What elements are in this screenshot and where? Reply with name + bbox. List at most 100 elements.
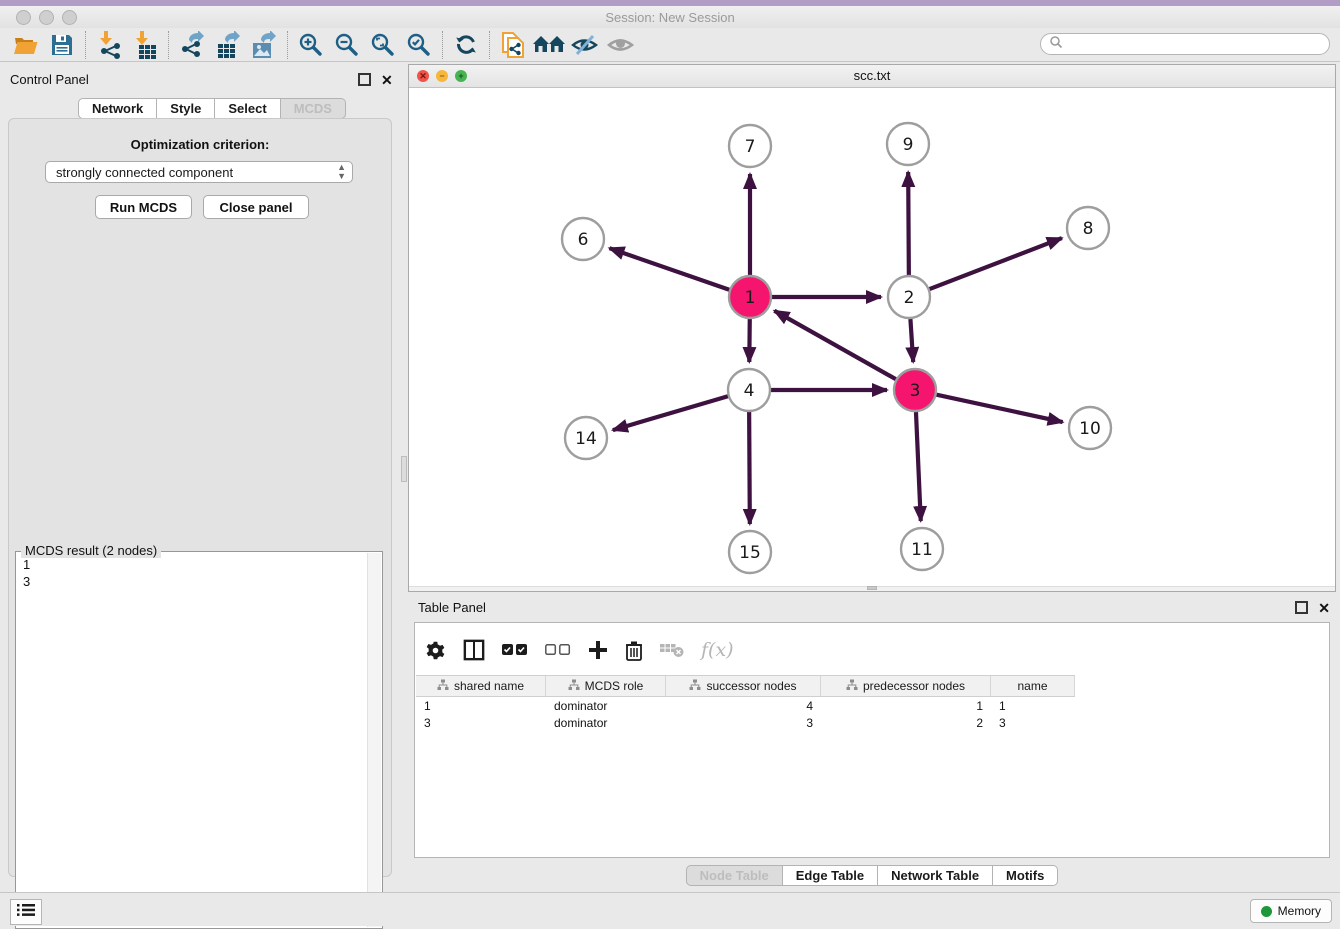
control-panel-title: Control Panel (10, 72, 89, 87)
graph-node-4[interactable]: 4 (728, 369, 770, 411)
graph-edge-2-8[interactable] (930, 238, 1062, 289)
table-tab-motifs[interactable]: Motifs (993, 865, 1058, 886)
network-hscroll-thumb[interactable] (867, 586, 877, 590)
table-tab-network-table[interactable]: Network Table (878, 865, 993, 886)
table-cell[interactable]: 3 (991, 716, 1075, 730)
close-panel-button[interactable]: Close panel (203, 195, 309, 219)
node-label: 15 (739, 543, 761, 563)
maximize-window-button[interactable] (62, 10, 77, 25)
table-body: 1dominator4113dominator323 (416, 697, 1328, 731)
column-header-shared-name[interactable]: shared name (416, 676, 546, 696)
network-hscrollbar[interactable] (409, 586, 1335, 591)
minimize-window-button[interactable] (39, 10, 54, 25)
mcds-result-lines[interactable]: 13 (19, 556, 366, 590)
column-label: MCDS role (585, 679, 644, 693)
tab-select[interactable]: Select (215, 98, 280, 119)
criterion-select[interactable]: strongly connected component ▲▼ (45, 161, 353, 183)
export-image-button[interactable] (246, 30, 282, 60)
zoom-in-button[interactable] (293, 30, 329, 60)
tab-mcds[interactable]: MCDS (281, 98, 346, 119)
delete-table-button[interactable] (660, 642, 684, 658)
zoom-out-button[interactable] (329, 30, 365, 60)
refresh-button[interactable] (448, 30, 484, 60)
hide-selected-button[interactable] (567, 30, 603, 60)
search-input[interactable] (1064, 34, 1329, 54)
export-network-button[interactable] (174, 30, 210, 60)
table-row[interactable]: 1dominator411 (416, 697, 1328, 714)
graph-edge-3-11[interactable] (916, 412, 921, 521)
close-window-button[interactable] (16, 10, 31, 25)
table-row[interactable]: 3dominator323 (416, 714, 1328, 731)
deselect-all-button[interactable] (545, 643, 571, 657)
table-tab-edge-table[interactable]: Edge Table (783, 865, 878, 886)
graph-node-9[interactable]: 9 (887, 123, 929, 165)
graph-edge-3-10[interactable] (936, 395, 1062, 422)
column-label: predecessor nodes (863, 679, 965, 693)
task-history-button[interactable] (10, 899, 42, 925)
save-session-button[interactable] (44, 30, 80, 60)
delete-column-button[interactable] (625, 640, 643, 661)
table-cell[interactable]: 1 (821, 699, 991, 713)
table-cell[interactable]: 2 (821, 716, 991, 730)
import-network-button[interactable] (91, 30, 127, 60)
zoom-selected-button[interactable] (401, 30, 437, 60)
column-header-mcds-role[interactable]: MCDS role (546, 676, 666, 696)
graph-edge-4-15[interactable] (749, 412, 750, 524)
splitter-grip[interactable] (401, 456, 407, 482)
memory-button[interactable]: Memory (1250, 899, 1332, 923)
select-all-button[interactable] (502, 643, 528, 657)
network-canvas[interactable]: 7 9 6 8 1 2 4 3 14 10 15 11 (409, 88, 1335, 586)
open-session-button[interactable] (8, 30, 44, 60)
memory-status-icon (1261, 906, 1272, 917)
tab-style[interactable]: Style (157, 98, 215, 119)
graph-edge-3-1[interactable] (774, 311, 895, 379)
show-all-button[interactable] (603, 30, 639, 60)
network-window-titlebar[interactable]: ✕ − + scc.txt (409, 65, 1335, 88)
show-columns-button[interactable] (463, 639, 485, 661)
run-mcds-button[interactable]: Run MCDS (95, 195, 192, 219)
import-table-button[interactable] (127, 30, 163, 60)
table-tab-node-table[interactable]: Node Table (686, 865, 783, 886)
table-cell[interactable]: dominator (546, 716, 666, 730)
close-panel-icon[interactable]: ✕ (381, 74, 393, 86)
graph-node-6[interactable]: 6 (562, 218, 604, 260)
graph-node-7[interactable]: 7 (729, 125, 771, 167)
duplicate-network-button[interactable] (495, 30, 531, 60)
table-cell[interactable]: 3 (666, 716, 821, 730)
export-table-button[interactable] (210, 30, 246, 60)
add-column-button[interactable] (588, 640, 608, 660)
graph-edge-2-3[interactable] (910, 319, 913, 362)
graph-node-3[interactable]: 3 (894, 369, 936, 411)
graph-node-15[interactable]: 15 (729, 531, 771, 573)
close-table-panel-icon[interactable]: ✕ (1318, 602, 1330, 614)
node-label: 11 (911, 540, 933, 560)
graph-node-8[interactable]: 8 (1067, 207, 1109, 249)
tab-network[interactable]: Network (78, 98, 157, 119)
table-settings-button[interactable] (425, 640, 446, 661)
float-table-panel-icon[interactable] (1295, 601, 1308, 614)
graph-edge-1-6[interactable] (609, 248, 729, 290)
graph-node-11[interactable]: 11 (901, 528, 943, 570)
graph-node-14[interactable]: 14 (565, 417, 607, 459)
float-panel-icon[interactable] (358, 73, 371, 86)
first-neighbors-button[interactable] (531, 30, 567, 60)
graph-node-10[interactable]: 10 (1069, 407, 1111, 449)
table-panel-title: Table Panel (418, 600, 486, 615)
table-cell[interactable]: 1 (991, 699, 1075, 713)
toolbar-separator (489, 31, 490, 59)
function-builder-button[interactable]: f(x) (701, 639, 734, 661)
graph-edge-4-14[interactable] (613, 396, 728, 430)
node-label: 10 (1079, 419, 1101, 439)
table-cell[interactable]: 3 (416, 716, 546, 730)
column-header-successor-nodes[interactable]: successor nodes (666, 676, 821, 696)
column-header-name[interactable]: name (991, 676, 1075, 696)
graph-node-2[interactable]: 2 (888, 276, 930, 318)
result-scrollbar[interactable] (367, 553, 381, 927)
table-cell[interactable]: dominator (546, 699, 666, 713)
graph-edge-2-9[interactable] (908, 172, 909, 275)
column-header-predecessor-nodes[interactable]: predecessor nodes (821, 676, 991, 696)
table-cell[interactable]: 4 (666, 699, 821, 713)
fit-content-button[interactable] (365, 30, 401, 60)
graph-node-1[interactable]: 1 (729, 276, 771, 318)
table-cell[interactable]: 1 (416, 699, 546, 713)
